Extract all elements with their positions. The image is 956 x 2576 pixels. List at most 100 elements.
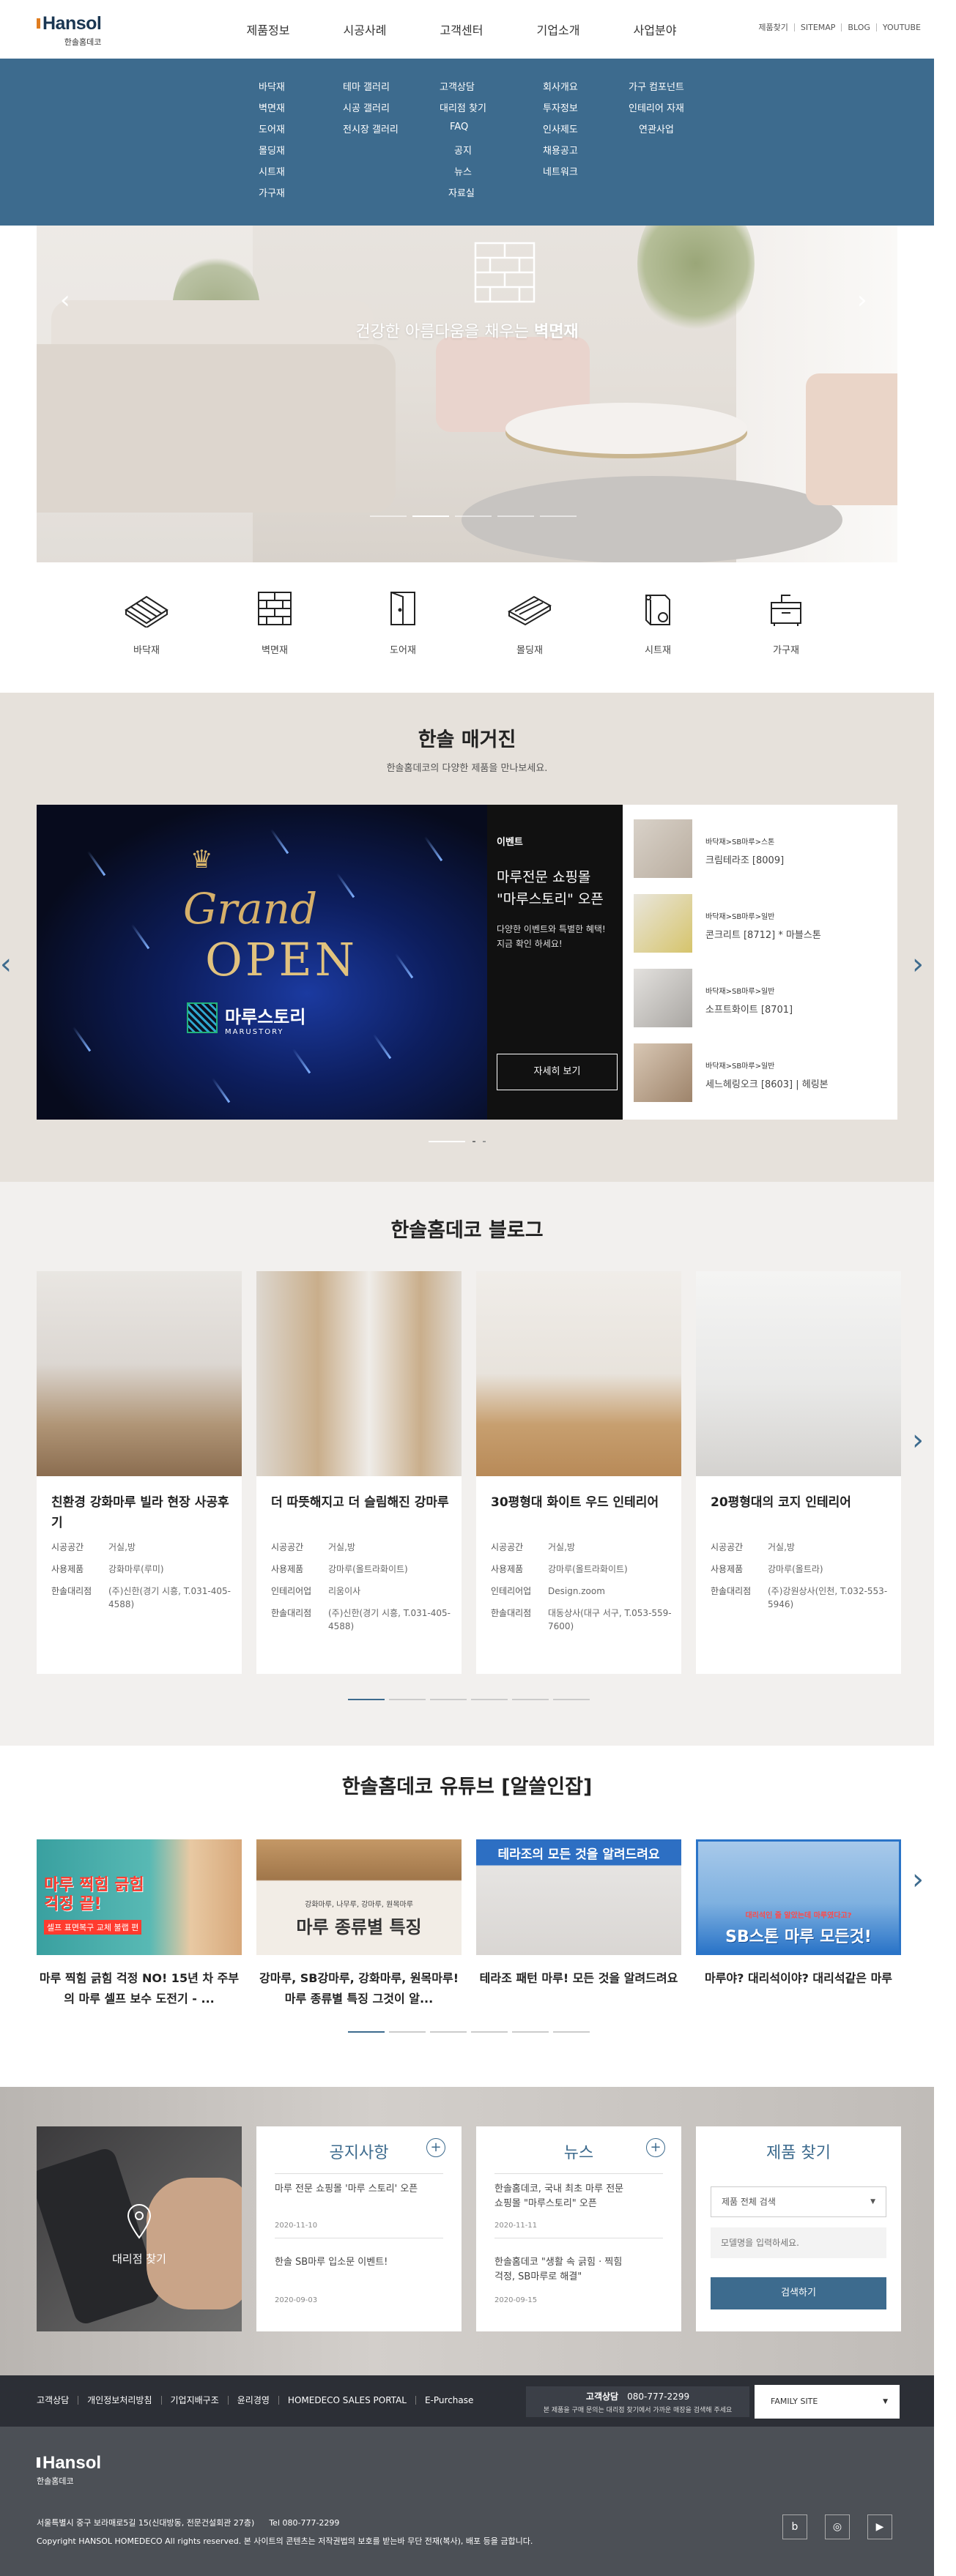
mega-item[interactable]: 인사제도: [543, 122, 578, 143]
category-sheet[interactable]: 시트재: [614, 589, 702, 656]
util-sitemap[interactable]: SITEMAP: [793, 23, 842, 31]
model-name-input[interactable]: [711, 2227, 886, 2258]
hero-next-arrow[interactable]: ›: [857, 286, 867, 315]
product-category-select[interactable]: 제품 전체 검색 ▼: [711, 2186, 886, 2217]
category-door[interactable]: 도어재: [359, 589, 447, 656]
youtube-video[interactable]: 대리석인 줄 알았는데 마루였다고? SB스톤 마루 모든것! 마루야? 대리석…: [696, 1839, 901, 1989]
blog-card[interactable]: 더 따뜻해지고 더 슬림해진 강마루 시공공간 거실,방 사용제품 강마루(올트라화…: [256, 1271, 462, 1674]
footer-link[interactable]: 기업지배구조: [160, 2396, 228, 2405]
hero-prev-arrow[interactable]: ‹: [60, 286, 70, 315]
blog-card[interactable]: 20평형대의 코지 인테리어 시공공간 거실,방 사용제품 강마루(올트라) 한솔대…: [696, 1271, 901, 1674]
footer-link[interactable]: E-Purchase: [415, 2396, 482, 2405]
mega-item[interactable]: 네트워크: [543, 164, 578, 185]
site-logo[interactable]: Hansol 한솔홈데코: [37, 13, 102, 48]
mega-item[interactable]: 가구 컴포넌트: [629, 79, 684, 100]
mega-item[interactable]: 가구재: [259, 185, 285, 206]
blog-card[interactable]: 친환경 강화마루 빌라 현장 사공후기 시공공간 거실,방 사용제품 강화마루(루미…: [37, 1271, 242, 1674]
mega-item[interactable]: FAQ: [440, 122, 486, 143]
blog-dot-active[interactable]: [348, 1699, 385, 1700]
youtube-dot-active[interactable]: [348, 2031, 385, 2033]
category-floor[interactable]: 바닥재: [103, 589, 190, 656]
nav-item-company[interactable]: 기업소개: [510, 21, 607, 38]
blog-dot[interactable]: [512, 1699, 549, 1700]
blog-dot[interactable]: [553, 1699, 590, 1700]
magazine-banner[interactable]: ♛ Grand OPEN 마루스토리 MARUSTORY 이벤트 마루전문 쇼핑…: [37, 805, 623, 1120]
news-item[interactable]: 한솔홈데코, 국내 최초 마루 전문 쇼핑몰 "마루스토리" 오픈: [494, 2182, 667, 2211]
youtube-video[interactable]: 강화마루, 나무루, 강마루, 원목마루 마루 종류별 특징 강마루, SB강마…: [256, 1839, 462, 2009]
youtube-dot[interactable]: [471, 2031, 508, 2033]
mega-item[interactable]: 연관사업: [629, 122, 684, 143]
search-button[interactable]: 검색하기: [711, 2277, 886, 2309]
magazine-product-item[interactable]: 바닥재>SB마루>일반 세느헤링오크 [8603] | 헤링본: [634, 1043, 890, 1102]
mega-item[interactable]: 대리점 찾기: [440, 100, 486, 122]
category-molding[interactable]: 몰딩재: [486, 589, 574, 656]
mega-item[interactable]: 도어재: [259, 122, 285, 143]
nav-item-products[interactable]: 제품정보: [220, 21, 316, 38]
youtube-icon[interactable]: ▶: [867, 2514, 892, 2539]
magazine-prev-arrow[interactable]: ‹: [0, 948, 12, 981]
blog-dot[interactable]: [430, 1699, 467, 1700]
footer-link[interactable]: 윤리경영: [227, 2396, 278, 2405]
youtube-next-arrow[interactable]: ›: [912, 1863, 924, 1896]
mega-item[interactable]: 테마 갤러리: [343, 79, 399, 100]
event-detail-button[interactable]: 자세히 보기: [497, 1054, 618, 1090]
youtube-dot[interactable]: [430, 2031, 467, 2033]
hero-dot[interactable]: [455, 515, 492, 517]
mega-item[interactable]: 바닥재: [259, 79, 285, 100]
mega-col-cases: 테마 갤러리 시공 갤러리 전시장 갤러리: [343, 79, 399, 143]
magazine-product-item[interactable]: 바닥재>SB마루>일반 소프트화이트 [8701]: [634, 969, 890, 1027]
instagram-icon[interactable]: ◎: [825, 2514, 850, 2539]
nav-item-support[interactable]: 고객센터: [413, 21, 510, 38]
blog-card[interactable]: 30평형대 화이트 우드 인테리어 시공공간 거실,방 사용제품 강마루(올트라화이…: [476, 1271, 681, 1674]
notice-more-button[interactable]: +: [426, 2138, 445, 2157]
nav-item-cases[interactable]: 시공사례: [316, 21, 413, 38]
hero-dot-active[interactable]: [412, 515, 449, 517]
youtube-video[interactable]: 테라조의 모든 것을 알려드려요 테라조 패턴 마루! 모든 것을 알려드려요: [476, 1839, 681, 1989]
mega-item[interactable]: 회사개요: [543, 79, 578, 100]
mega-item[interactable]: 시트재: [259, 164, 285, 185]
mega-item[interactable]: 인테리어 자재: [629, 100, 684, 122]
magazine-dot-active[interactable]: [429, 1141, 465, 1142]
blog-next-arrow[interactable]: ›: [912, 1423, 924, 1457]
magazine-next-arrow[interactable]: ›: [912, 948, 924, 981]
mega-item[interactable]: 시공 갤러리: [343, 100, 399, 122]
category-wall[interactable]: 벽면재: [231, 589, 319, 656]
hero-dot[interactable]: [497, 515, 534, 517]
mega-item[interactable]: 벽면재: [259, 100, 285, 122]
news-more-button[interactable]: +: [646, 2138, 665, 2157]
mega-item[interactable]: 뉴스: [440, 164, 486, 185]
blog-dot[interactable]: [389, 1699, 426, 1700]
youtube-dot[interactable]: [389, 2031, 426, 2033]
magazine-dot[interactable]: [483, 1141, 486, 1142]
mega-item[interactable]: 몰딩재: [259, 143, 285, 164]
mega-item[interactable]: 전시장 갤러리: [343, 122, 399, 143]
notice-item[interactable]: 한솔 SB마루 입소문 이벤트!: [275, 2255, 447, 2270]
hero-dot[interactable]: [370, 515, 407, 517]
store-finder-card[interactable]: 대리점 찾기: [37, 2126, 242, 2331]
mega-item[interactable]: 공지: [440, 143, 486, 164]
family-site-select[interactable]: FAMILY SITE ▼: [755, 2385, 900, 2419]
nav-item-business[interactable]: 사업분야: [607, 21, 703, 38]
blog-dot[interactable]: [471, 1699, 508, 1700]
hero-dot[interactable]: [540, 515, 577, 517]
youtube-dot[interactable]: [553, 2031, 590, 2033]
magazine-product-item[interactable]: 바닥재>SB마루>스톤 크림테라조 [8009]: [634, 819, 890, 878]
footer-link[interactable]: 개인정보처리방침: [78, 2396, 160, 2405]
category-furniture[interactable]: 가구재: [742, 589, 830, 656]
magazine-dot[interactable]: [473, 1141, 475, 1142]
mega-item[interactable]: 자료실: [440, 185, 486, 206]
news-item[interactable]: 한솔홈데코 "생활 속 긁힘 · 찍힘 걱정, SB마루로 해결": [494, 2255, 667, 2285]
footer-link[interactable]: 고객상담: [37, 2396, 78, 2405]
util-youtube[interactable]: YOUTUBE: [875, 23, 927, 31]
mega-item[interactable]: 고객상담: [440, 79, 486, 100]
util-find-product[interactable]: 제품찾기: [752, 23, 793, 31]
notice-item[interactable]: 마루 전문 쇼핑몰 '마루 스토리' 오픈: [275, 2182, 447, 2197]
util-blog[interactable]: BLOG: [841, 23, 875, 31]
youtube-video[interactable]: 마루 찍힘 긁힘 걱정 끝! 셀프 표면복구 교체 불랩 편 마루 찍힘 긁힘 …: [37, 1839, 242, 2009]
footer-link[interactable]: HOMEDECO SALES PORTAL: [278, 2396, 415, 2405]
mega-item[interactable]: 투자정보: [543, 100, 578, 122]
magazine-product-item[interactable]: 바닥재>SB마루>일반 콘크리트 [8712] * 마블스톤: [634, 894, 890, 953]
blog-icon[interactable]: b: [782, 2514, 807, 2539]
youtube-dot[interactable]: [512, 2031, 549, 2033]
mega-item[interactable]: 채용공고: [543, 143, 578, 164]
